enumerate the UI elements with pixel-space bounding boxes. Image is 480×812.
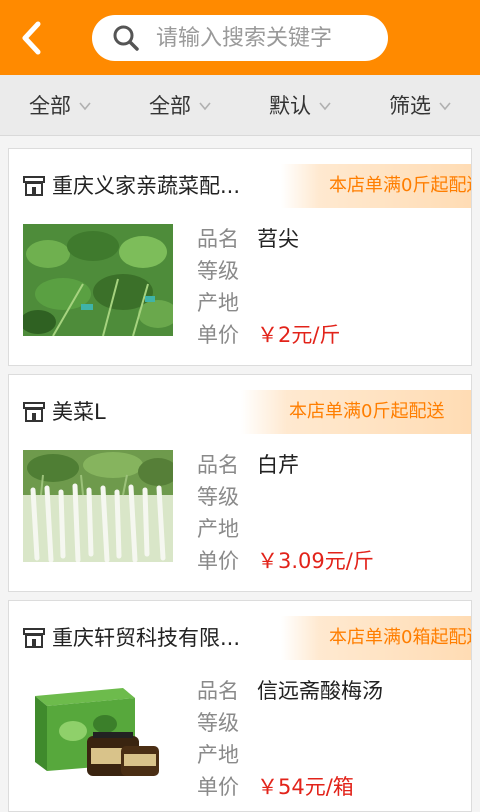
- shop-name[interactable]: 重庆义家亲蔬菜配...: [52, 171, 282, 201]
- price-label: 单价: [197, 323, 239, 347]
- filter-sort[interactable]: 默认: [240, 75, 360, 135]
- name-label: 品名: [197, 227, 239, 251]
- filter-screen[interactable]: 筛选: [360, 75, 480, 135]
- card-header: 美菜L 本店单满0斤起配送: [9, 375, 471, 449]
- product-card[interactable]: 美菜L 本店单满0斤起配送 品名 白芹 等级 产地 单价 ￥3.09元/斤: [8, 374, 472, 592]
- min-order-badge: 本店单满0箱起配送: [281, 616, 471, 660]
- filter-category[interactable]: 全部: [0, 75, 120, 135]
- product-price: ￥3.09元/斤: [257, 549, 374, 573]
- card-header: 重庆轩贸科技有限... 本店单满0箱起配送: [9, 601, 471, 675]
- product-name: 苕尖: [257, 227, 299, 251]
- chevron-down-icon: [439, 102, 451, 111]
- shop-icon: [23, 402, 45, 422]
- chevron-down-icon: [79, 102, 91, 111]
- shop-name[interactable]: 重庆轩贸科技有限...: [52, 623, 282, 653]
- name-label: 品名: [197, 679, 239, 703]
- product-name: 白芹: [257, 453, 299, 477]
- search-box[interactable]: [92, 15, 388, 61]
- origin-label: 产地: [197, 291, 239, 315]
- filter-label: 全部: [29, 94, 71, 118]
- min-order-badge: 本店单满0斤起配送: [281, 164, 471, 208]
- chevron-left-icon: [22, 21, 41, 55]
- filter-region[interactable]: 全部: [120, 75, 240, 135]
- price-label: 单价: [197, 775, 239, 799]
- product-image[interactable]: [23, 224, 173, 336]
- name-label: 品名: [197, 453, 239, 477]
- filter-label: 默认: [269, 94, 311, 118]
- shop-icon: [23, 628, 45, 648]
- product-card[interactable]: 重庆义家亲蔬菜配... 本店单满0斤起配送 品名 苕尖 等级 产地 单价 ￥2元…: [8, 148, 472, 366]
- search-icon: [113, 25, 139, 51]
- back-button[interactable]: [12, 18, 52, 58]
- filter-label: 筛选: [389, 94, 431, 118]
- grade-label: 等级: [197, 485, 239, 509]
- product-name: 信远斋酸梅汤: [257, 679, 383, 703]
- filter-bar: 全部 全部 默认 筛选: [0, 75, 480, 136]
- product-image[interactable]: [23, 450, 173, 562]
- price-label: 单价: [197, 549, 239, 573]
- chevron-down-icon: [319, 102, 331, 111]
- top-bar: [0, 0, 480, 75]
- product-image[interactable]: [23, 676, 173, 788]
- min-order-badge: 本店单满0斤起配送: [241, 390, 471, 434]
- product-price: ￥54元/箱: [257, 775, 354, 799]
- card-header: 重庆义家亲蔬菜配... 本店单满0斤起配送: [9, 149, 471, 223]
- product-price: ￥2元/斤: [257, 323, 341, 347]
- grade-label: 等级: [197, 259, 239, 283]
- origin-label: 产地: [197, 517, 239, 541]
- chevron-down-icon: [199, 102, 211, 111]
- product-card[interactable]: 重庆轩贸科技有限... 本店单满0箱起配送 品名 信远斋酸梅汤 等级 产地 单价…: [8, 600, 472, 812]
- shop-icon: [23, 176, 45, 196]
- origin-label: 产地: [197, 743, 239, 767]
- search-input[interactable]: [156, 21, 376, 55]
- filter-label: 全部: [149, 94, 191, 118]
- grade-label: 等级: [197, 711, 239, 735]
